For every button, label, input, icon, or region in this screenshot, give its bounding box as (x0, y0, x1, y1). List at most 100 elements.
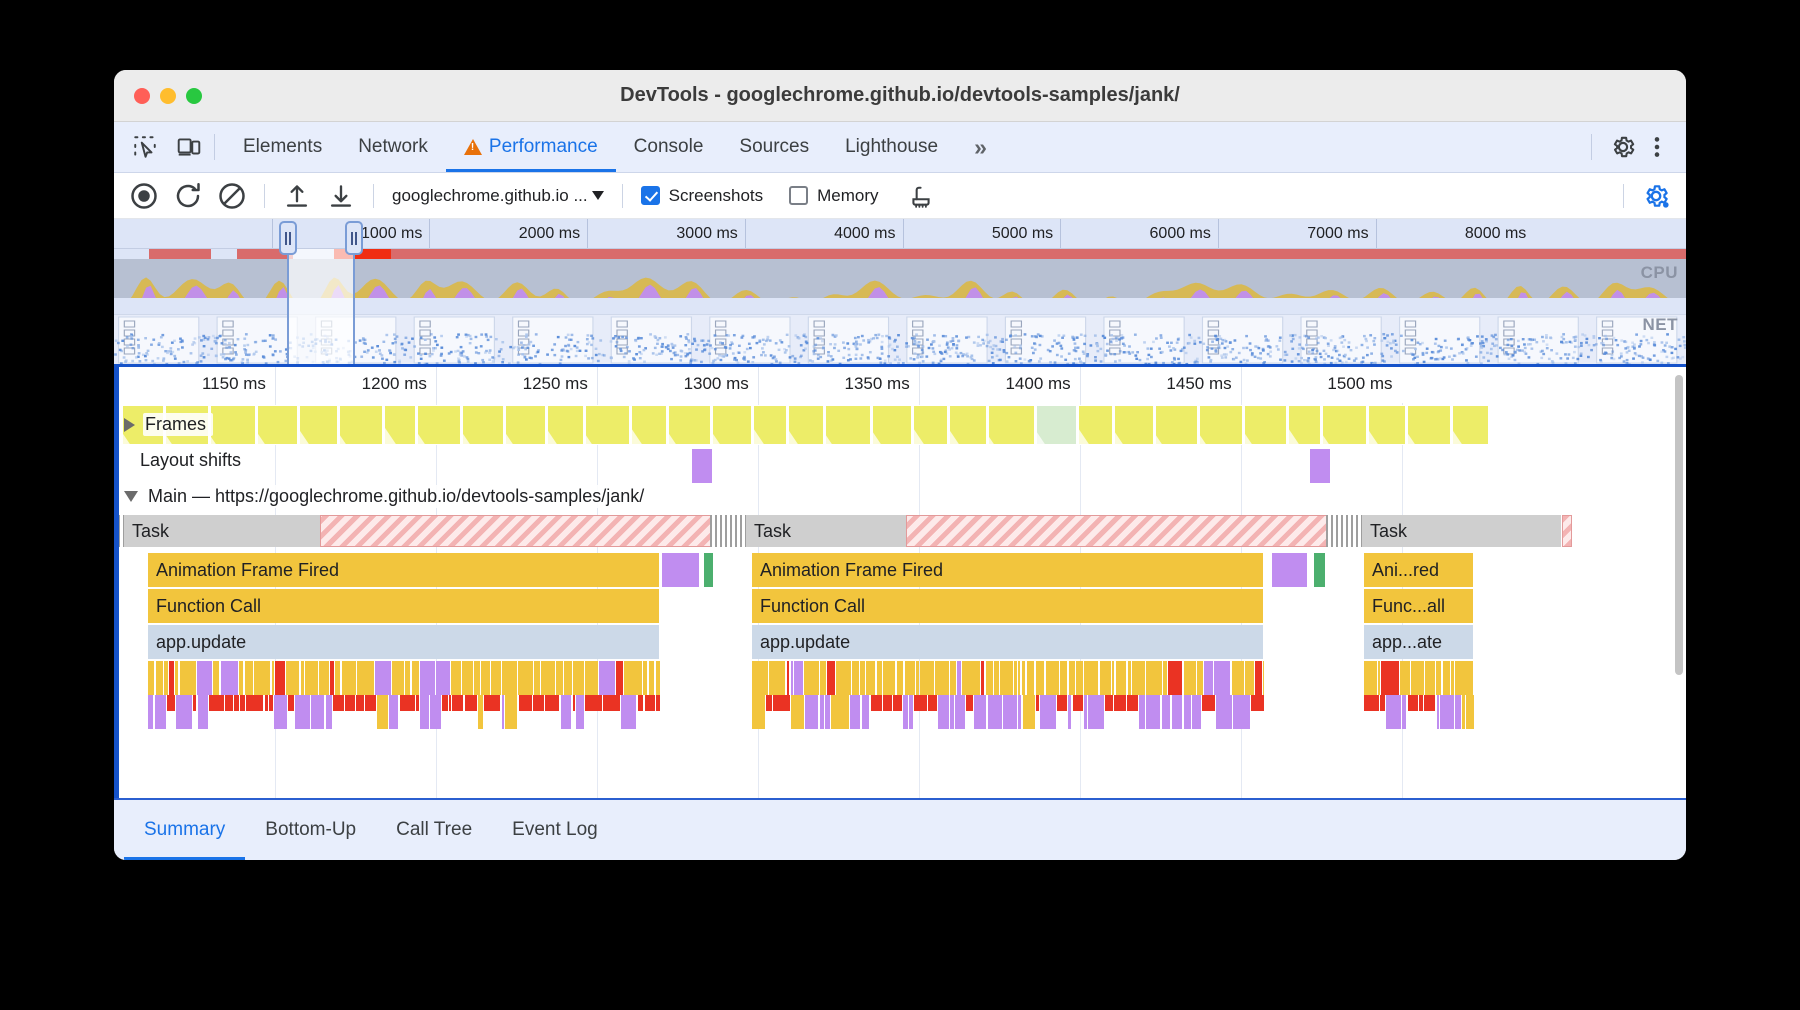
frame-block[interactable] (711, 405, 752, 445)
flame-micro-bar[interactable] (1057, 695, 1068, 711)
flame-micro-bar[interactable] (769, 661, 786, 695)
flame-micro-bar[interactable] (318, 661, 329, 695)
flame-micro-bar[interactable] (1145, 695, 1161, 729)
flame-micro-bar[interactable] (478, 695, 484, 729)
flame-micro-bar[interactable] (974, 695, 987, 729)
frame-block[interactable] (584, 405, 631, 445)
flame-micro-bar[interactable] (883, 661, 896, 695)
flame-micro-bar[interactable] (1036, 695, 1040, 711)
flame-bar-function-call[interactable]: Function Call (752, 589, 1264, 623)
flame-micro-bar[interactable] (1454, 695, 1461, 729)
flame-micro-bar[interactable] (752, 661, 768, 695)
flame-bar-animation-frame-fired[interactable]: Animation Frame Fired (148, 553, 660, 587)
frame-block[interactable] (1198, 405, 1243, 445)
frame-block[interactable] (164, 405, 209, 445)
flame-micro-bar[interactable] (518, 661, 534, 695)
flame-micro-bar[interactable] (148, 661, 155, 695)
tab-summary[interactable]: Summary (124, 800, 246, 860)
flame-micro-bar[interactable] (655, 661, 660, 695)
flame-micro-bar[interactable] (962, 661, 980, 695)
flame-chart[interactable]: 1150 ms 1200 ms 1250 ms 1300 ms 1350 ms 1400 … (114, 367, 1672, 798)
flame-micro-bar[interactable] (518, 695, 532, 711)
flame-micro-row[interactable] (1364, 695, 1474, 729)
flame-micro-row[interactable] (752, 695, 1264, 729)
flame-micro-bar[interactable] (648, 661, 655, 695)
flame-micro-bar[interactable] (1167, 661, 1183, 695)
flame-micro-bar[interactable] (305, 661, 318, 695)
flame-micro-bar[interactable] (411, 661, 419, 695)
flame-micro-bar[interactable] (908, 695, 914, 729)
flame-micro-row[interactable] (148, 661, 660, 695)
flame-micro-bar[interactable] (364, 695, 376, 711)
flame-micro-bar[interactable] (876, 661, 883, 695)
flame-micro-bar[interactable] (1231, 661, 1245, 695)
frame-block[interactable] (1368, 405, 1407, 445)
flame-micro-bar[interactable] (949, 695, 954, 729)
flame-micro-bar[interactable] (1380, 695, 1385, 711)
collapse-triangle-icon[interactable] (124, 491, 138, 502)
flame-micro-bar[interactable] (1060, 661, 1068, 695)
flame-micro-bar[interactable] (225, 695, 233, 711)
flame-micro-bar[interactable] (556, 661, 563, 695)
flame-bar-animation-frame-fired[interactable]: Animation Frame Fired (752, 553, 1264, 587)
frame-block[interactable] (1078, 405, 1113, 445)
flame-micro-bar[interactable] (819, 661, 826, 695)
flame-micro-bar[interactable] (861, 695, 870, 729)
flame-micro-bar[interactable] (1161, 695, 1171, 729)
flame-micro-bar[interactable] (357, 661, 375, 695)
flame-micro-bar[interactable] (1466, 695, 1474, 729)
flame-micro-bar[interactable] (196, 661, 212, 695)
flame-micro-bar[interactable] (1232, 695, 1251, 729)
flame-micro-bar[interactable] (920, 661, 935, 695)
flame-micro-bar[interactable] (1040, 695, 1056, 729)
flame-micro-bar[interactable] (987, 695, 1003, 729)
flame-micro-bar[interactable] (436, 661, 450, 695)
collect-garbage-icon[interactable] (901, 178, 941, 214)
flame-micro-bar[interactable] (1138, 695, 1145, 729)
flame-micro-bar[interactable] (220, 661, 238, 695)
flame-micro-bar[interactable] (481, 661, 490, 695)
flame-micro-bar[interactable] (830, 695, 849, 729)
flame-micro-bar[interactable] (621, 695, 637, 729)
flame-micro-bar[interactable] (1003, 695, 1017, 729)
flame-micro-bar[interactable] (541, 661, 556, 695)
flame-micro-bar[interactable] (1088, 695, 1104, 729)
flame-micro-bar[interactable] (484, 695, 501, 711)
flame-micro-bar[interactable] (300, 661, 305, 695)
flame-micro-bar[interactable] (852, 661, 859, 695)
flame-micro-bar[interactable] (957, 661, 961, 695)
layout-shift-marker[interactable] (1310, 449, 1330, 483)
flame-micro-bar[interactable] (575, 695, 585, 729)
frame-block[interactable] (1407, 405, 1451, 445)
flame-micro-bar[interactable] (1214, 661, 1231, 695)
flame-micro-bar[interactable] (644, 695, 655, 711)
flame-micro-bar[interactable] (264, 695, 269, 711)
flame-micro-bar[interactable] (462, 661, 473, 695)
tab-event-log[interactable]: Event Log (492, 800, 618, 860)
flame-micro-bar[interactable] (1407, 695, 1418, 711)
flame-micro-bar[interactable] (355, 695, 364, 711)
frame-block[interactable] (1321, 405, 1368, 445)
flame-micro-bar[interactable] (603, 695, 621, 711)
frame-block[interactable] (631, 405, 667, 445)
frames-track[interactable] (114, 405, 1672, 445)
screenshots-checkbox[interactable]: Screenshots (640, 186, 763, 206)
flame-micro-bar[interactable] (1022, 695, 1035, 729)
flame-micro-bar[interactable] (1364, 661, 1377, 695)
flame-micro-bar[interactable] (1068, 695, 1072, 729)
flame-micro-bar[interactable] (197, 695, 208, 729)
frame-block[interactable] (1113, 405, 1154, 445)
flame-micro-bar[interactable] (1251, 695, 1264, 711)
flame-micro-bar[interactable] (903, 695, 908, 729)
flame-micro-bar[interactable] (1204, 661, 1214, 695)
reload-and-record-button[interactable] (168, 178, 208, 214)
layout-shifts-track[interactable] (114, 447, 1672, 485)
flame-micro-bar[interactable] (904, 661, 916, 695)
flame-micro-bar[interactable] (1127, 661, 1131, 695)
flame-vertical-scrollbar[interactable] (1672, 367, 1686, 798)
frame-block[interactable] (122, 405, 164, 445)
tab-sources[interactable]: Sources (721, 122, 827, 172)
flame-micro-bar[interactable] (344, 695, 355, 711)
flame-micro-bar[interactable] (993, 661, 999, 695)
flame-micro-bar[interactable] (893, 695, 902, 711)
